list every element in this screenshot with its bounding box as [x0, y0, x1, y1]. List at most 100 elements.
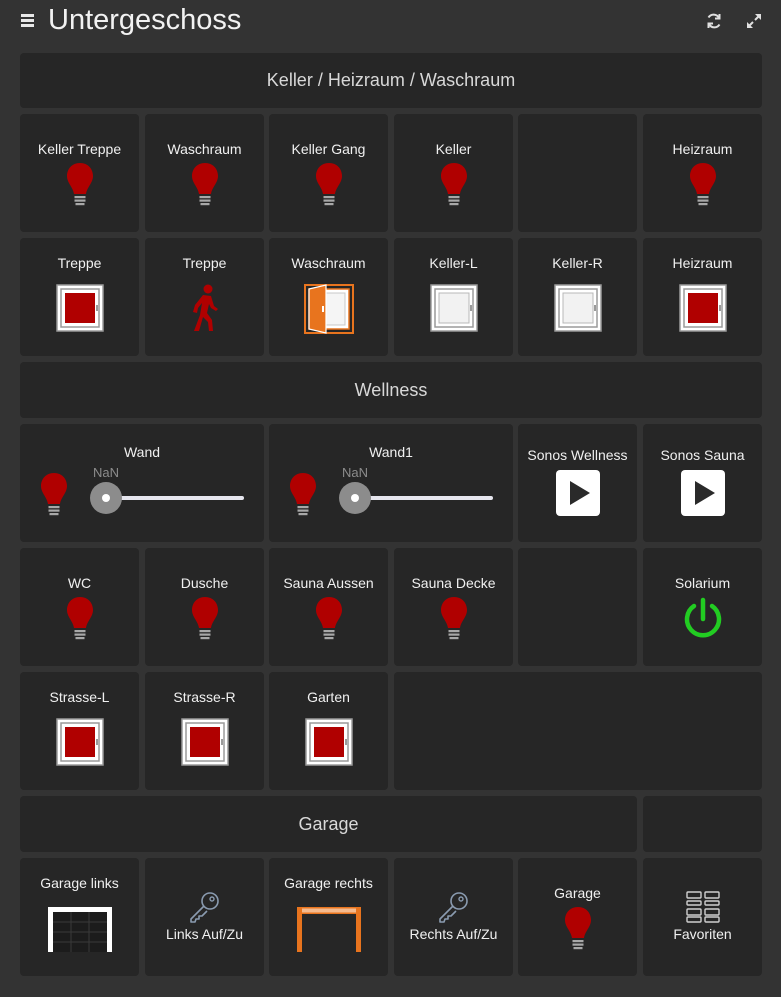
tile-label: Wand: [123, 444, 161, 460]
play-icon: [569, 481, 590, 505]
window-tile-garten[interactable]: Garten: [269, 672, 388, 790]
garage-door-tile-rechts[interactable]: Garage rechts: [269, 858, 388, 976]
bulb-icon: [689, 163, 716, 206]
section-garage-heading: Garage: [20, 796, 637, 852]
tile-label: Garten: [307, 689, 350, 705]
play-icon: [694, 481, 715, 505]
tile-label: Garage rechts: [284, 875, 373, 891]
light-tile-dusche[interactable]: Dusche: [145, 548, 264, 666]
bulb-icon: [66, 597, 93, 640]
header: Untergeschoss: [0, 0, 781, 46]
bulb-icon: [290, 473, 316, 516]
light-tile-wc[interactable]: WC: [20, 548, 139, 666]
tile-label: Strasse-R: [173, 689, 236, 705]
section-wellness-title: Wellness: [354, 379, 428, 400]
dimmer-value: NaN: [342, 465, 369, 480]
window-closed-icon: [304, 718, 353, 766]
door-open-icon: [303, 284, 354, 334]
link-tile-favoriten[interactable]: Favoriten: [643, 858, 762, 976]
hamburger-menu-icon[interactable]: [21, 14, 34, 28]
tile-label: Sonos Sauna: [660, 447, 745, 463]
light-tile-waschraum[interactable]: Waschraum: [145, 114, 264, 232]
window-tile-strasse-l[interactable]: Strasse-L: [20, 672, 139, 790]
empty-tile: [643, 796, 762, 852]
tile-label: Garage: [554, 885, 601, 901]
power-icon: [684, 597, 721, 638]
window-closed-icon: [55, 718, 104, 766]
empty-tile: [394, 672, 762, 790]
empty-tile: [518, 548, 637, 666]
tile-label: Strasse-L: [49, 689, 110, 705]
key-tile-rechts-auf-zu[interactable]: Rechts Auf/Zu: [394, 858, 513, 976]
tile-label: Waschraum: [291, 255, 366, 271]
tile-label: Favoriten: [673, 926, 732, 942]
dimmer-value: NaN: [93, 465, 120, 480]
light-tile-keller-treppe[interactable]: Keller Treppe: [20, 114, 139, 232]
tile-label: Sonos Wellness: [527, 447, 628, 463]
grid-icon: [685, 891, 720, 923]
tile-label: Keller-R: [552, 255, 603, 271]
motion-tile-treppe[interactable]: Treppe: [145, 238, 264, 356]
tile-label: Wand1: [369, 444, 413, 460]
bulb-icon: [66, 163, 93, 206]
tile-label: Links Auf/Zu: [165, 926, 244, 942]
dimmer-slider-track[interactable]: [106, 496, 244, 500]
window-tile-treppe[interactable]: Treppe: [20, 238, 139, 356]
section-garage-title: Garage: [298, 813, 359, 834]
window-closed-icon: [678, 284, 727, 332]
tile-label: Keller Treppe: [37, 141, 122, 157]
sonos-tile-sauna[interactable]: Sonos Sauna: [643, 424, 762, 542]
window-closed-icon: [55, 284, 104, 332]
refresh-icon[interactable]: [705, 12, 723, 30]
switch-tile-solarium[interactable]: Solarium: [643, 548, 762, 666]
light-tile-keller[interactable]: Keller: [394, 114, 513, 232]
window-tile-strasse-r[interactable]: Strasse-R: [145, 672, 264, 790]
window-tile-keller-r[interactable]: Keller-R: [518, 238, 637, 356]
bulb-icon: [564, 907, 591, 950]
window-tile-keller-l[interactable]: Keller-L: [394, 238, 513, 356]
dimmer-slider-knob[interactable]: [90, 482, 122, 514]
section-keller-title: Keller / Heizraum / Waschraum: [266, 70, 516, 90]
tile-label: Keller: [435, 141, 472, 157]
play-button[interactable]: [555, 470, 600, 516]
dimmer-tile-wand[interactable]: Wand NaN: [20, 424, 264, 542]
tile-label: Garage links: [40, 875, 119, 891]
page-title: Untergeschoss: [48, 4, 242, 36]
sonos-tile-wellness[interactable]: Sonos Wellness: [518, 424, 637, 542]
section-keller-heading: Keller / Heizraum / Waschraum: [20, 53, 762, 108]
bulb-icon: [440, 163, 467, 206]
window-icon: [429, 284, 478, 332]
play-button[interactable]: [680, 470, 725, 516]
dimmer-tile-wand1[interactable]: Wand1 NaN: [269, 424, 513, 542]
section-wellness-heading: Wellness: [20, 362, 762, 418]
bulb-icon: [315, 163, 342, 206]
garage-door-tile-links[interactable]: Garage links: [20, 858, 139, 976]
garage-door-open-icon: [296, 907, 361, 952]
light-tile-heizraum[interactable]: Heizraum: [643, 114, 762, 232]
light-tile-garage[interactable]: Garage: [518, 858, 637, 976]
tile-label: Sauna Decke: [411, 575, 496, 591]
bulb-icon: [41, 473, 67, 516]
dimmer-slider-knob[interactable]: [339, 482, 371, 514]
light-tile-sauna-aussen[interactable]: Sauna Aussen: [269, 548, 388, 666]
tile-label: Heizraum: [672, 255, 733, 271]
tile-label: WC: [67, 575, 92, 591]
key-tile-links-auf-zu[interactable]: Links Auf/Zu: [145, 858, 264, 976]
light-tile-keller-gang[interactable]: Keller Gang: [269, 114, 388, 232]
tile-label: Keller Gang: [291, 141, 366, 157]
motion-sensor-icon: [192, 284, 218, 331]
tile-label: Sauna Aussen: [283, 575, 374, 591]
tile-label: Waschraum: [167, 141, 242, 157]
dimmer-slider-track[interactable]: [355, 496, 493, 500]
fullscreen-icon[interactable]: [745, 12, 763, 30]
key-icon: [438, 892, 468, 923]
tile-label: Treppe: [57, 255, 102, 271]
bulb-icon: [315, 597, 342, 640]
window-icon: [553, 284, 602, 332]
window-tile-heizraum[interactable]: Heizraum: [643, 238, 762, 356]
bulb-icon: [191, 597, 218, 640]
tile-label: Heizraum: [672, 141, 733, 157]
light-tile-sauna-decke[interactable]: Sauna Decke: [394, 548, 513, 666]
door-tile-waschraum[interactable]: Waschraum: [269, 238, 388, 356]
garage-door-closed-icon: [47, 907, 112, 952]
